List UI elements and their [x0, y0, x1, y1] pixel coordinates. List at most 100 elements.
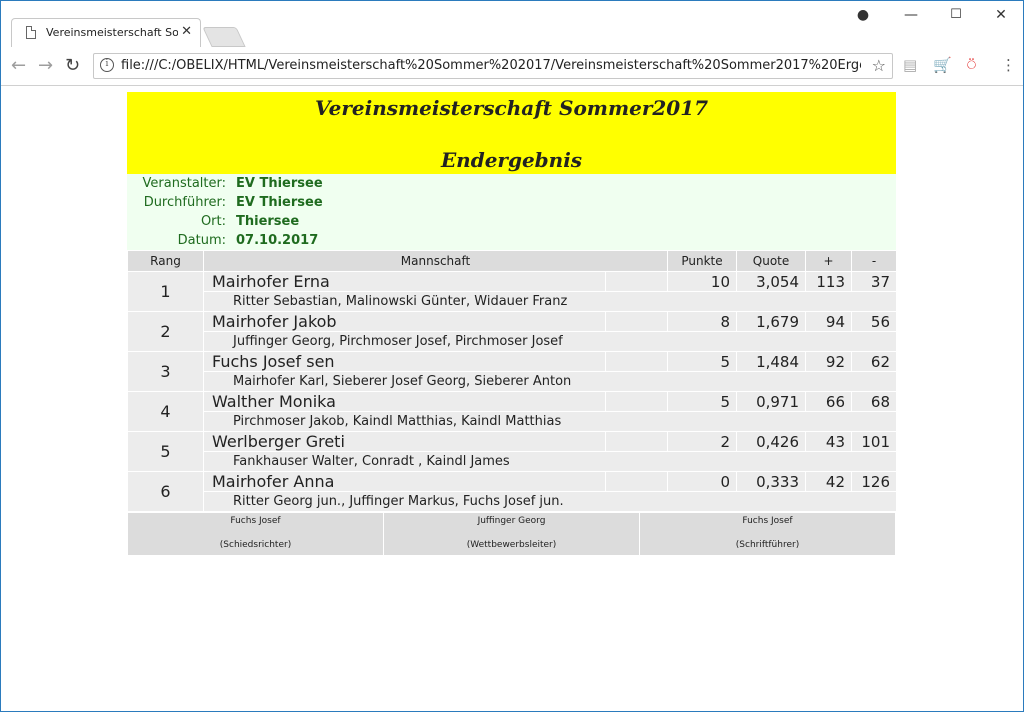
info-value: EV Thiersee — [236, 195, 323, 210]
table-row: 3 Fuchs Josef sen 5 1,484 92 62 — [127, 351, 898, 392]
team-name: Mairhofer Jakob — [203, 311, 606, 332]
spacer-cell — [604, 471, 669, 492]
rank-cell: 5 — [127, 431, 204, 472]
column-header-minus: - — [851, 250, 898, 272]
team-name: Mairhofer Anna — [203, 471, 606, 492]
event-info: Veranstalter: EV Thiersee Durchführer: EV … — [127, 174, 896, 250]
team-members: Fankhauser Walter, Conradt , Kaindl Jame… — [202, 451, 898, 472]
column-header-quote: Quote — [736, 250, 807, 272]
column-header-rang: Rang — [127, 250, 204, 272]
user-account-icon[interactable]: ● — [853, 7, 873, 23]
column-header-punkte: Punkte — [667, 250, 738, 272]
points-cell: 0 — [667, 471, 738, 492]
team-members: Juffinger Georg, Pirchmoser Josef, Pirch… — [202, 331, 898, 352]
table-row-members: Ritter Sebastian, Malinowski Günter, Wid… — [128, 291, 898, 312]
table-row: 1 Mairhofer Erna 10 3,054 113 37 — [127, 271, 898, 312]
plus-cell: 42 — [805, 471, 853, 492]
rank-cell: 1 — [127, 271, 204, 312]
address-bar[interactable]: i file:///C:/OBELIX/HTML/Vereinsmeisters… — [93, 53, 893, 79]
team-name: Fuchs Josef sen — [203, 351, 606, 372]
team-members: Pirchmoser Jakob, Kaindl Matthias, Kaind… — [202, 411, 898, 432]
team-members: Mairhofer Karl, Sieberer Josef Georg, Si… — [202, 371, 898, 392]
rank-cell: 2 — [127, 311, 204, 352]
official-name: Juffinger Georg — [477, 516, 546, 526]
team-name: Werlberger Greti — [203, 431, 606, 452]
quote-cell: 3,054 — [736, 271, 807, 292]
plus-cell: 113 — [805, 271, 853, 292]
table-row-members: Fankhauser Walter, Conradt , Kaindl Jame… — [128, 451, 898, 472]
rank-cell: 6 — [127, 471, 204, 512]
menu-icon[interactable]: ⋮ — [1001, 56, 1016, 74]
plus-cell: 43 — [805, 431, 853, 452]
quote-cell: 1,679 — [736, 311, 807, 332]
window-close-icon[interactable]: ✕ — [991, 7, 1011, 23]
url-text[interactable]: file:///C:/OBELIX/HTML/Vereinsmeistersch… — [121, 58, 861, 73]
pdf-extension-icon[interactable]: ▤ — [903, 56, 917, 74]
page-subtitle: Endergebnis — [440, 148, 583, 172]
official-role: (Schiedsrichter) — [219, 540, 292, 550]
results-table: Rang Mannschaft Punkte Quote + - 1 Mairho… — [127, 250, 898, 512]
shield-extension-icon[interactable]: ⍥ — [967, 56, 976, 74]
table-row-members: Pirchmoser Jakob, Kaindl Matthias, Kaind… — [128, 411, 898, 432]
plus-cell: 66 — [805, 391, 853, 412]
info-label: Durchführer: — [143, 195, 226, 210]
info-value: EV Thiersee — [236, 176, 323, 191]
close-icon[interactable]: ✕ — [181, 24, 192, 39]
column-header-mannschaft: Mannschaft — [202, 250, 669, 272]
page-icon — [26, 26, 36, 39]
team-name: Mairhofer Erna — [203, 271, 606, 292]
results-page: Vereinsmeisterschaft Sommer2017 Endergeb… — [127, 92, 898, 556]
plus-cell: 94 — [805, 311, 853, 332]
official-role: (Wettbewerbsleiter) — [466, 540, 557, 550]
reload-icon[interactable]: ↻ — [65, 55, 80, 76]
title-bar: Vereinsmeisterschaft Som ✕ ● — ☐ ✕ — [1, 1, 1023, 47]
info-label: Veranstalter: — [142, 176, 226, 191]
table-row: 2 Mairhofer Jakob 8 1,679 94 56 — [127, 311, 898, 352]
rank-cell: 3 — [127, 351, 204, 392]
spacer-cell — [604, 431, 669, 452]
info-value: 07.10.2017 — [236, 233, 319, 248]
info-label: Ort: — [200, 214, 226, 229]
official-cell: Fuchs Josef (Schriftführer) — [639, 512, 896, 556]
team-members: Ritter Georg jun., Juffinger Markus, Fuc… — [202, 491, 898, 512]
quote-cell: 0,333 — [736, 471, 807, 492]
cart-extension-icon[interactable]: 🛒 — [933, 56, 952, 74]
spacer-cell — [604, 391, 669, 412]
official-name: Fuchs Josef — [230, 516, 281, 526]
team-name: Walther Monika — [203, 391, 606, 412]
minimize-icon[interactable]: — — [901, 7, 921, 23]
points-cell: 8 — [667, 311, 738, 332]
spacer-cell — [604, 311, 669, 332]
official-name: Fuchs Josef — [742, 516, 793, 526]
plus-cell: 92 — [805, 351, 853, 372]
table-row: 6 Mairhofer Anna 0 0,333 42 126 — [127, 471, 898, 512]
page-header: Vereinsmeisterschaft Sommer2017 Endergeb… — [127, 92, 896, 174]
points-cell: 5 — [667, 391, 738, 412]
info-icon[interactable]: i — [100, 58, 114, 72]
quote-cell: 1,484 — [736, 351, 807, 372]
officials-footer: Fuchs Josef (Schiedsrichter) Juffinger Ge… — [127, 512, 896, 556]
info-label: Datum: — [177, 233, 226, 248]
rank-cell: 4 — [127, 391, 204, 432]
column-header-plus: + — [805, 250, 853, 272]
bookmark-star-icon[interactable]: ☆ — [872, 56, 886, 75]
maximize-icon[interactable]: ☐ — [946, 7, 966, 22]
points-cell: 2 — [667, 431, 738, 452]
minus-cell: 101 — [851, 431, 898, 452]
official-cell: Fuchs Josef (Schiedsrichter) — [127, 512, 384, 556]
table-row: 4 Walther Monika 5 0,971 66 68 — [127, 391, 898, 432]
minus-cell: 126 — [851, 471, 898, 492]
browser-tab[interactable]: Vereinsmeisterschaft Som ✕ — [11, 18, 201, 47]
table-row: 5 Werlberger Greti 2 0,426 43 101 — [127, 431, 898, 472]
tab-title: Vereinsmeisterschaft Som — [46, 26, 178, 39]
browser-toolbar: ← → ↻ i file:///C:/OBELIX/HTML/Vereinsme… — [1, 47, 1023, 86]
forward-icon[interactable]: → — [38, 55, 53, 76]
back-icon[interactable]: ← — [11, 55, 26, 76]
spacer-cell — [604, 351, 669, 372]
new-tab-button[interactable] — [202, 27, 246, 47]
points-cell: 10 — [667, 271, 738, 292]
official-cell: Juffinger Georg (Wettbewerbsleiter) — [383, 512, 640, 556]
team-members: Ritter Sebastian, Malinowski Günter, Wid… — [202, 291, 898, 312]
minus-cell: 56 — [851, 311, 898, 332]
info-value: Thiersee — [236, 214, 300, 229]
